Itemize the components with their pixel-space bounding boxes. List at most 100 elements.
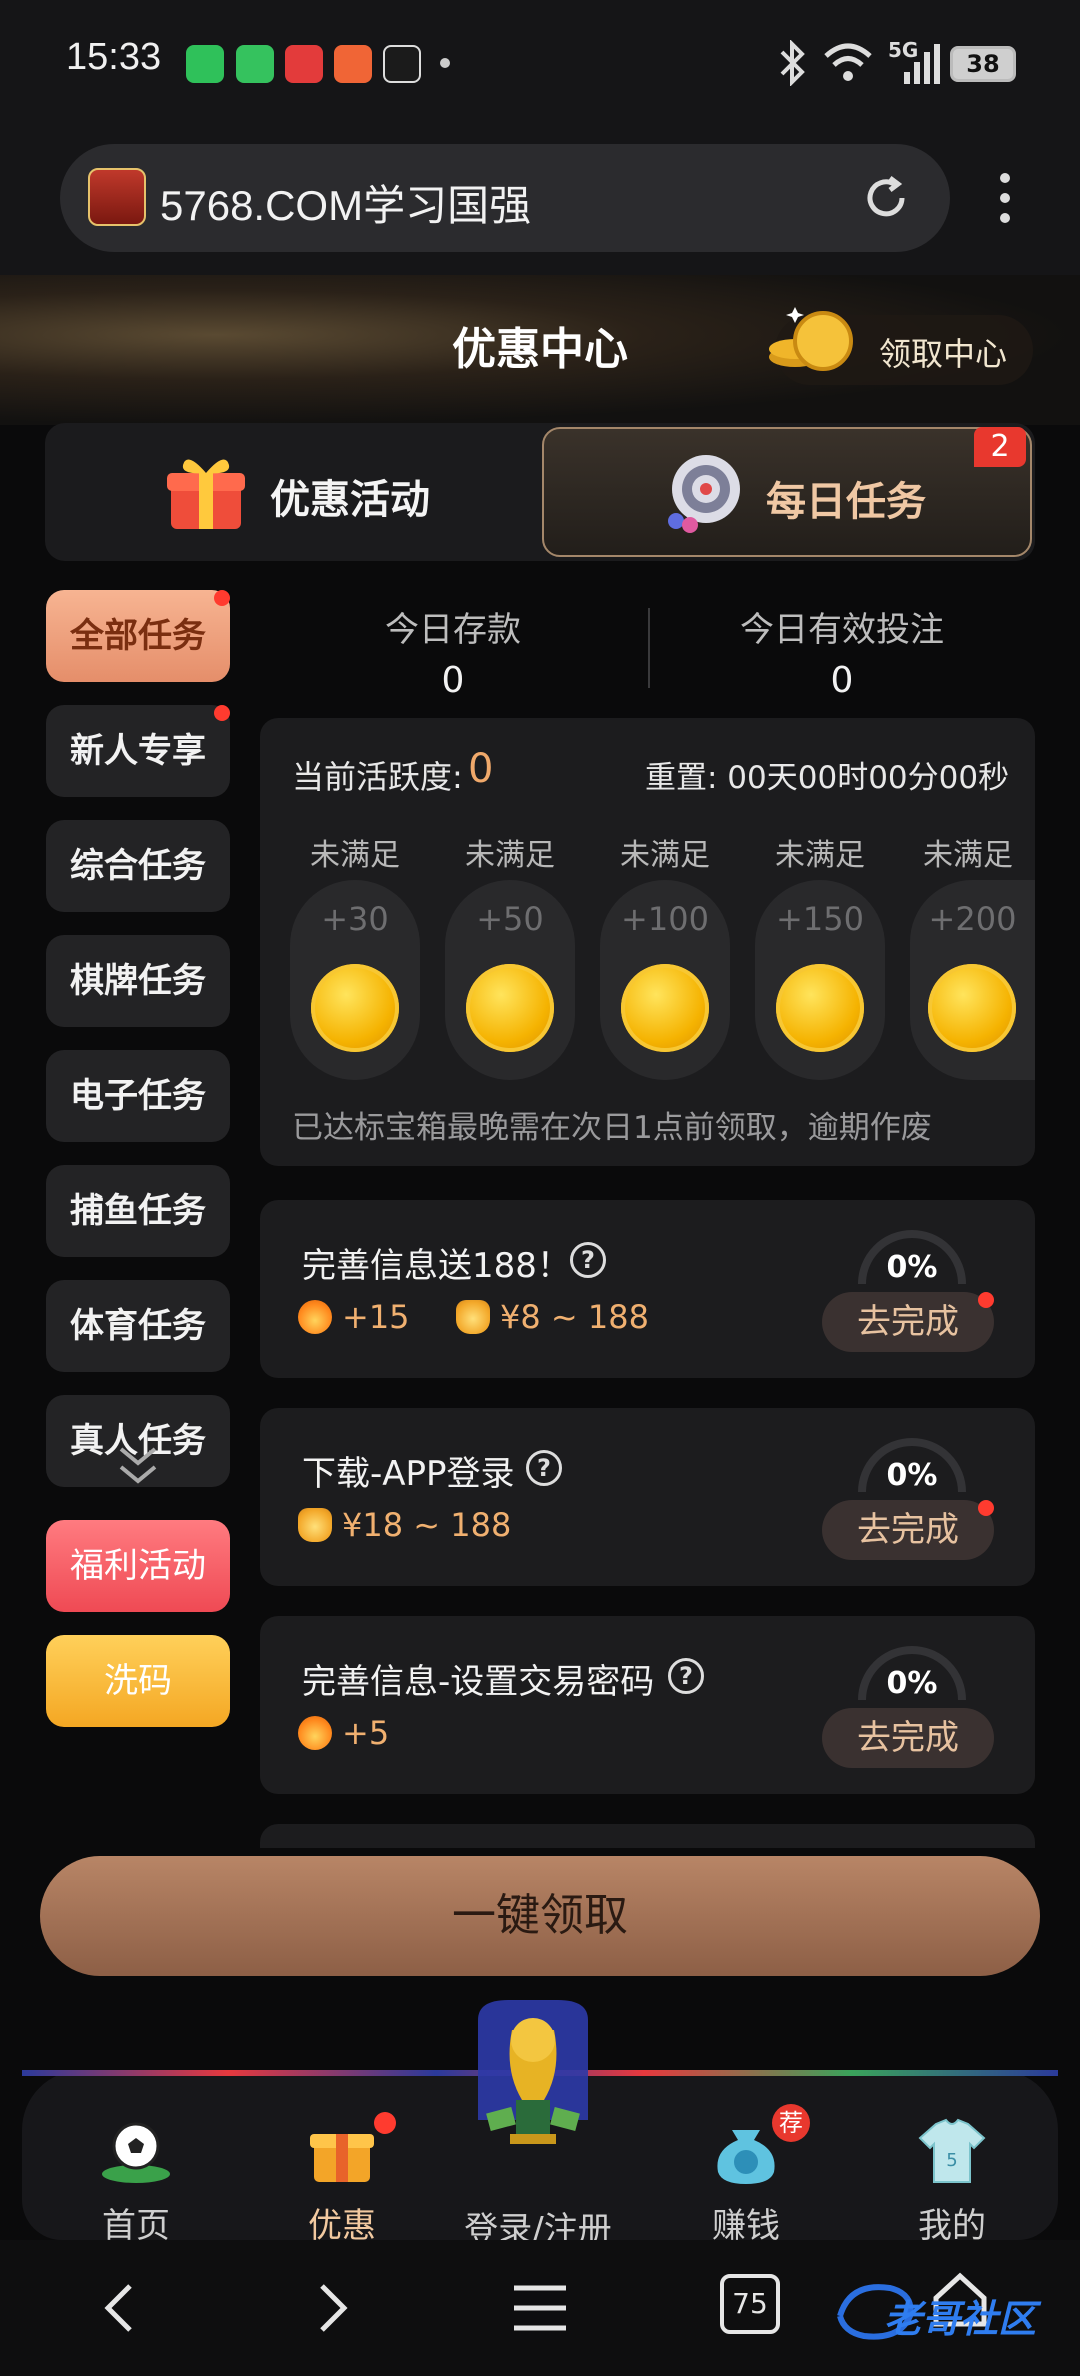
wechat-icon bbox=[186, 45, 224, 83]
gift-icon bbox=[167, 459, 245, 529]
go-complete-button[interactable]: 去完成 bbox=[822, 1708, 994, 1768]
address-bar[interactable]: 5768.COM学习国强 bbox=[60, 144, 950, 252]
svg-text:5: 5 bbox=[946, 2150, 957, 2171]
sidebar-item-sports[interactable]: 体育任务 bbox=[46, 1280, 230, 1372]
xiaohongshu-icon bbox=[285, 45, 323, 83]
task-title: 完善信息送188！ bbox=[302, 1246, 571, 1286]
sidebar-item-chess-cards[interactable]: 棋牌任务 bbox=[46, 935, 230, 1027]
forward-icon[interactable] bbox=[300, 2278, 360, 2338]
sidebar-item-electronic[interactable]: 电子任务 bbox=[46, 1050, 230, 1142]
nav-item-earn[interactable]: 赚钱 荐 bbox=[656, 2104, 836, 2247]
money-reward: ¥8 ~ 188 bbox=[500, 1298, 649, 1336]
tiktok-icon bbox=[383, 45, 421, 83]
help-icon[interactable]: ? bbox=[526, 1450, 562, 1486]
notification-dot bbox=[978, 1500, 994, 1516]
milestone-status: 未满足 bbox=[923, 838, 1013, 873]
nav-item-promotions[interactable]: 优惠 bbox=[252, 2112, 432, 2247]
fire-icon bbox=[298, 1716, 332, 1750]
go-complete-button[interactable]: 去完成 bbox=[822, 1292, 994, 1352]
help-icon[interactable]: ? bbox=[668, 1658, 704, 1694]
milestone-points: +30 bbox=[321, 900, 389, 938]
page-header: 优惠中心 领取中心 bbox=[0, 275, 1080, 425]
sidebar-item-fishing[interactable]: 捕鱼任务 bbox=[46, 1165, 230, 1257]
recommend-badge: 荐 bbox=[772, 2104, 810, 2142]
notification-dot bbox=[978, 1292, 994, 1308]
help-icon[interactable]: ? bbox=[570, 1242, 606, 1278]
tab-promotions-label: 优惠活动 bbox=[270, 477, 430, 523]
more-menu-icon[interactable] bbox=[990, 168, 1020, 238]
gift-icon bbox=[310, 2134, 374, 2182]
money-reward: ¥18 ~ 188 bbox=[342, 1506, 512, 1544]
status-time: 15:33 bbox=[66, 36, 162, 78]
tab-daily-tasks[interactable]: 每日任务 2 bbox=[542, 427, 1032, 557]
task-title: 下载-APP登录 bbox=[302, 1454, 515, 1494]
more-notifications-icon bbox=[440, 58, 450, 68]
wifi-icon bbox=[824, 43, 872, 81]
nav-item-profile[interactable]: 5 我的 bbox=[862, 2116, 1042, 2247]
chevron-down-icon[interactable] bbox=[115, 1445, 161, 1489]
activity-value: 0 bbox=[468, 746, 494, 792]
milestone-points: +50 bbox=[476, 900, 544, 938]
milestone-chest[interactable]: +100 bbox=[600, 880, 730, 1080]
signal-icon bbox=[904, 44, 940, 84]
milestone-chest[interactable]: +50 bbox=[445, 880, 575, 1080]
back-icon[interactable] bbox=[92, 2278, 152, 2338]
trophy-icon[interactable] bbox=[468, 1990, 598, 2180]
coin-icon bbox=[466, 964, 554, 1052]
sidebar-item-welfare[interactable]: 福利活动 bbox=[46, 1520, 230, 1612]
sidebar-item-all-tasks[interactable]: 全部任务 bbox=[46, 590, 230, 682]
activity-note: 已达标宝箱最晚需在次日1点前领取，逾期作废 bbox=[292, 1110, 932, 1146]
task-card: 下载-APP登录 ? ¥18 ~ 188 0% 去完成 bbox=[260, 1408, 1035, 1586]
coin-icon bbox=[621, 964, 709, 1052]
activity-panel: 当前活跃度: 0 重置: 00天00时00分00秒 未满足 +30 未满足 +5… bbox=[260, 718, 1035, 1166]
system-nav-bar: 75 老哥社区 bbox=[0, 2240, 1080, 2376]
milestone-chest[interactable]: +30 bbox=[290, 880, 420, 1080]
deposit-label: 今日存款 bbox=[385, 610, 521, 650]
sidebar-item-rebate[interactable]: 洗码 bbox=[46, 1635, 230, 1727]
fire-icon bbox=[298, 1300, 332, 1334]
deposit-value: 0 bbox=[441, 660, 465, 701]
progress-percent: 0% bbox=[886, 1250, 938, 1285]
milestone-status: 未满足 bbox=[465, 838, 555, 873]
sidebar-item-newcomer[interactable]: 新人专享 bbox=[46, 705, 230, 797]
sidebar-item-general[interactable]: 综合任务 bbox=[46, 820, 230, 912]
url-text[interactable]: 5768.COM学习国强 bbox=[160, 172, 531, 233]
money-bag-icon bbox=[456, 1300, 490, 1334]
jersey-icon: 5 bbox=[918, 2118, 986, 2183]
coins-icon bbox=[769, 307, 853, 371]
tab-promotions[interactable]: 优惠活动 bbox=[45, 423, 535, 561]
activity-reward: +15 bbox=[342, 1298, 410, 1336]
progress-percent: 0% bbox=[886, 1666, 938, 1701]
tab-badge: 2 bbox=[974, 427, 1026, 467]
reset-timer: 重置: 00天00时00分00秒 bbox=[645, 760, 1010, 796]
milestone-chest[interactable]: +200 bbox=[910, 880, 1035, 1080]
one-click-claim-button[interactable]: 一键领取 bbox=[40, 1856, 1040, 1976]
notification-dot bbox=[214, 705, 230, 721]
watermark-text: 老哥社区 bbox=[884, 2297, 1037, 2341]
notification-dot bbox=[374, 2112, 396, 2134]
money-bag-icon bbox=[298, 1508, 332, 1542]
valid-bet-label: 今日有效投注 bbox=[740, 610, 944, 650]
milestone-chest[interactable]: +150 bbox=[755, 880, 885, 1080]
site-logo-icon bbox=[88, 168, 146, 226]
tab-daily-tasks-label: 每日任务 bbox=[766, 479, 926, 525]
coin-icon bbox=[776, 964, 864, 1052]
tabs-count-button[interactable]: 75 bbox=[720, 2274, 780, 2334]
menu-icon[interactable] bbox=[510, 2278, 570, 2338]
coin-icon bbox=[311, 964, 399, 1052]
coin-icon bbox=[928, 964, 1016, 1052]
claim-center-button[interactable]: 领取中心 bbox=[769, 307, 1033, 385]
progress-percent: 0% bbox=[886, 1458, 938, 1493]
soccer-icon bbox=[102, 2122, 170, 2183]
messages-icon bbox=[236, 45, 274, 83]
go-complete-button[interactable]: 去完成 bbox=[822, 1500, 994, 1560]
nav-item-home[interactable]: 首页 bbox=[46, 2116, 226, 2247]
notification-dot bbox=[214, 590, 230, 606]
task-card: 完善信息送188！ ? +15 ¥8 ~ 188 0% 去完成 bbox=[260, 1200, 1035, 1378]
task-card: 完善信息-设置交易密码 ? +5 0% 去完成 bbox=[260, 1616, 1035, 1794]
bluetooth-icon bbox=[780, 40, 805, 86]
reload-icon[interactable] bbox=[860, 172, 912, 224]
battery-indicator: 38 bbox=[950, 46, 1016, 82]
milestone-status: 未满足 bbox=[620, 838, 710, 873]
browser-toolbar: 5768.COM学习国强 bbox=[0, 130, 1080, 275]
